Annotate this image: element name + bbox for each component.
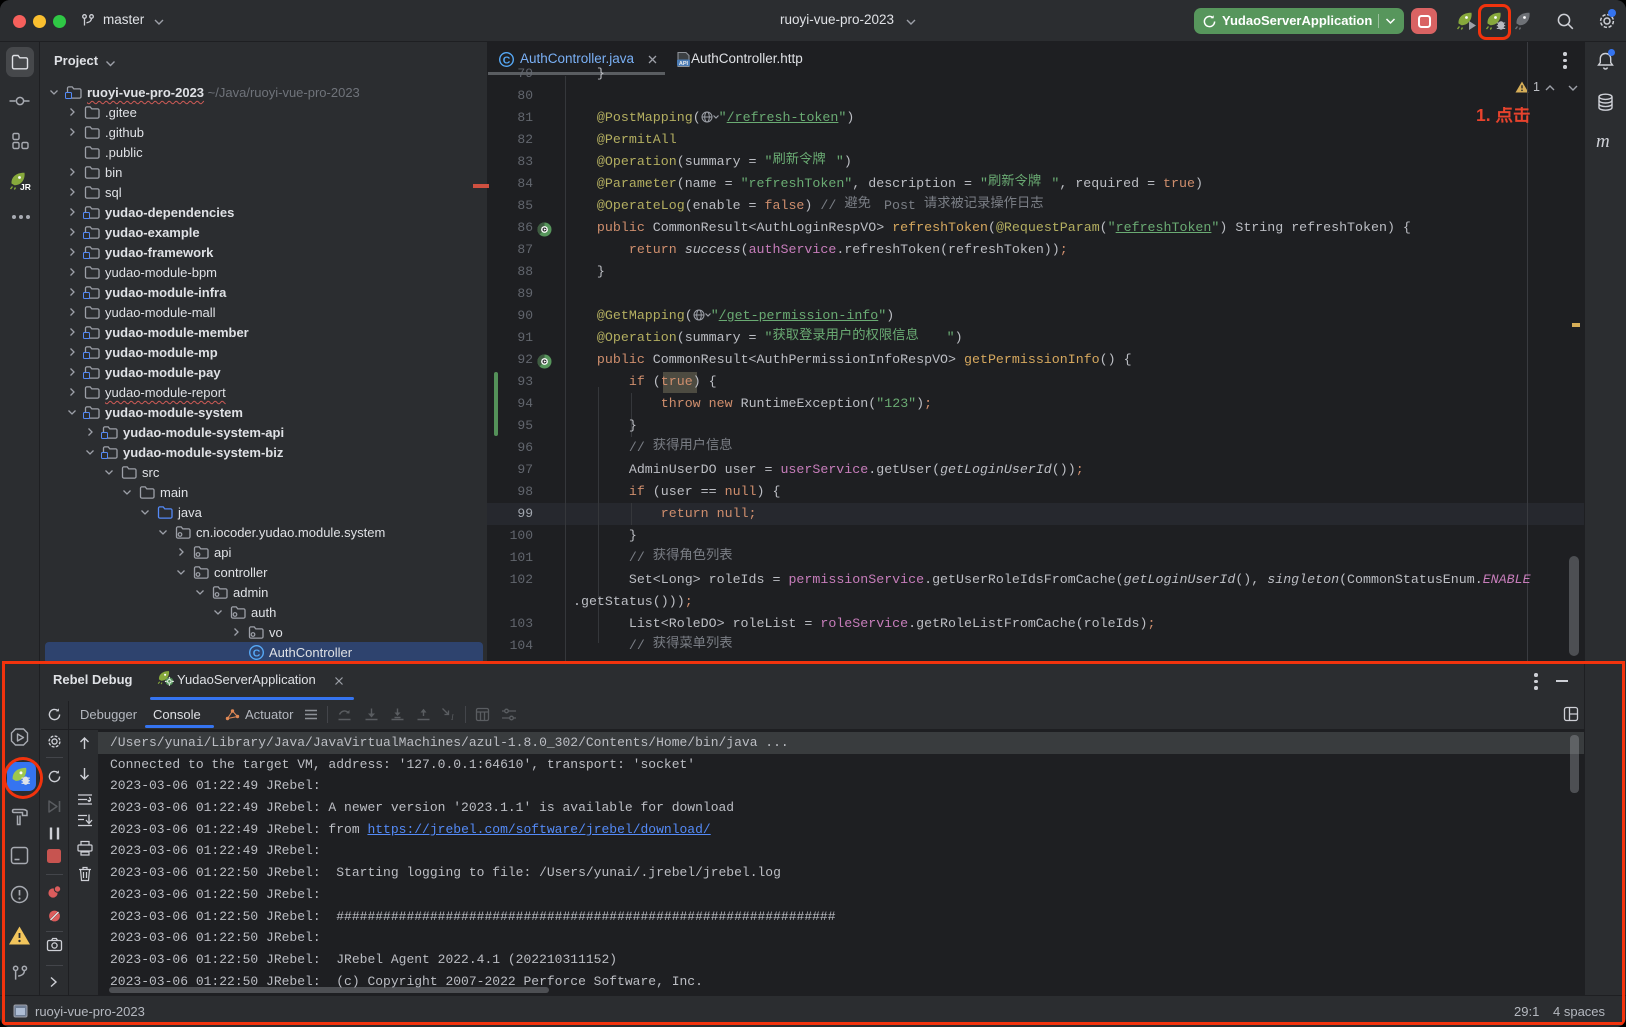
svg-text:JR: JR (20, 182, 31, 192)
svg-text:C: C (253, 647, 261, 659)
svg-text:API: API (679, 61, 689, 67)
